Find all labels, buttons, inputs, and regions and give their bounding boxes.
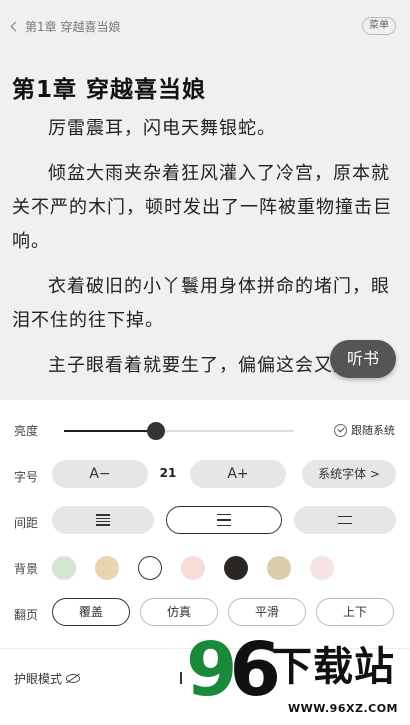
- paragraph: 厉雷震耳，闪电天舞银蛇。: [48, 118, 276, 139]
- eye-mode-toggle[interactable]: 护眼模式: [14, 670, 81, 687]
- background-row: 背景: [0, 550, 410, 586]
- spacing-loose-icon: [338, 515, 352, 525]
- spacing-label: 间距: [14, 516, 39, 530]
- back-button[interactable]: 第1章 穿越喜当娘: [10, 18, 121, 35]
- watermark-site-name: 下载站: [272, 644, 395, 690]
- font-size-row: 字号 A− 21 A+ 系统字体 >: [0, 458, 410, 494]
- font-increase-button[interactable]: A+: [190, 460, 286, 488]
- brightness-slider-fill: [64, 430, 156, 432]
- font-family-button[interactable]: 系统字体 >: [302, 460, 396, 488]
- eye-mode-switch[interactable]: [180, 672, 182, 684]
- background-swatch-parchment[interactable]: [267, 556, 291, 580]
- page-turn-cover-button[interactable]: 覆盖: [52, 598, 130, 626]
- page-turn-vertical-button[interactable]: 上下: [316, 598, 394, 626]
- background-swatch-green[interactable]: [52, 556, 76, 580]
- background-swatch-tan[interactable]: [95, 556, 119, 580]
- spacing-compact-icon: [96, 514, 110, 526]
- paragraph: 衣着破旧的小丫鬟用身体拼命的堵门，眼泪不住的往下掉。: [12, 276, 390, 331]
- back-label: 第1章 穿越喜当娘: [25, 20, 121, 34]
- reader-area[interactable]: 第1章 穿越喜当娘 菜单 第1章 穿越喜当娘 厉雷震耳，闪电天舞银蛇。 倾盆大雨…: [0, 0, 410, 400]
- check-circle-icon: [334, 423, 347, 437]
- brightness-slider[interactable]: [64, 422, 294, 440]
- eye-off-icon: [66, 674, 81, 683]
- font-size-label: 字号: [14, 470, 39, 484]
- background-swatch-white[interactable]: [138, 556, 162, 580]
- spacing-compact-button[interactable]: [52, 506, 154, 534]
- spacing-medium-icon: [217, 514, 231, 526]
- spacing-medium-button[interactable]: [166, 506, 282, 534]
- menu-button[interactable]: 菜单: [362, 17, 396, 35]
- chapter-title: 第1章 穿越喜当娘: [12, 77, 207, 103]
- watermark-url: WWW.96XZ.COM: [288, 702, 398, 715]
- font-decrease-button[interactable]: A−: [52, 460, 148, 488]
- brightness-slider-knob[interactable]: [147, 422, 165, 440]
- follow-system-toggle[interactable]: 跟随系统: [334, 422, 395, 438]
- watermark-logo-number: 96: [186, 627, 281, 713]
- listen-button[interactable]: 听书: [330, 340, 396, 378]
- background-swatch-floral[interactable]: [310, 556, 334, 580]
- brightness-row: 亮度 跟随系统: [0, 412, 410, 448]
- background-label: 背景: [14, 562, 39, 576]
- spacing-loose-button[interactable]: [294, 506, 396, 534]
- follow-system-label: 跟随系统: [351, 424, 395, 437]
- brightness-label: 亮度: [14, 424, 39, 438]
- page-turn-label: 翻页: [14, 608, 39, 622]
- chevron-left-icon: [10, 21, 21, 32]
- watermark-digit-9: 9: [186, 627, 237, 713]
- paragraph: 倾盆大雨夹杂着狂风灌入了冷宫，原本就关不严的木门，顿时发出了一阵被重物撞击巨响。: [12, 163, 392, 252]
- page-turn-simulate-button[interactable]: 仿真: [140, 598, 218, 626]
- site-watermark: 96 下载站 WWW.96XZ.COM: [186, 630, 410, 725]
- page-turn-smooth-button[interactable]: 平滑: [228, 598, 306, 626]
- top-bar: 第1章 穿越喜当娘 菜单: [0, 14, 410, 40]
- background-swatch-pink[interactable]: [181, 556, 205, 580]
- spacing-row: 间距: [0, 504, 410, 540]
- font-size-value: 21: [159, 466, 177, 480]
- background-swatch-dark[interactable]: [224, 556, 248, 580]
- eye-mode-label: 护眼模式: [14, 672, 63, 686]
- watermark-digit-6: 6: [229, 627, 281, 713]
